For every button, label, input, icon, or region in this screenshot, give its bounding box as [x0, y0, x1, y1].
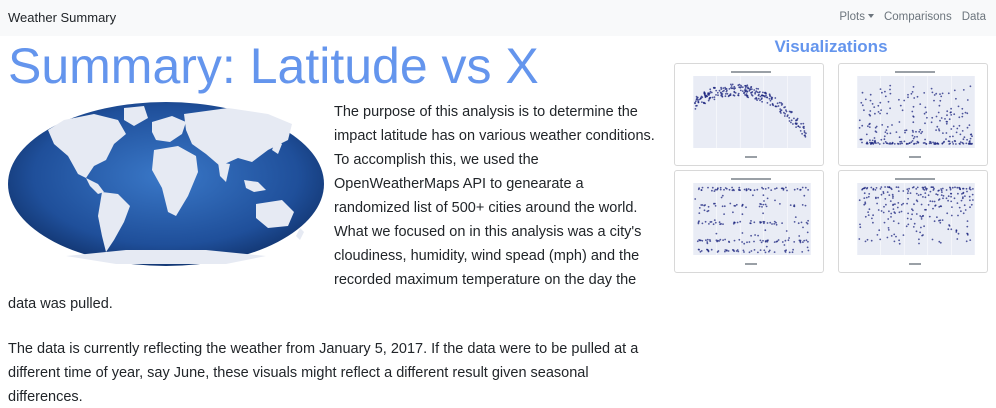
- nav-plots-label: Plots: [839, 11, 865, 23]
- visualizations-heading: Visualizations: [774, 37, 888, 56]
- nav-plots-dropdown[interactable]: Plots: [839, 11, 874, 23]
- max-temp-plot-thumbnail: [692, 71, 812, 158]
- map-float-spacer: [8, 100, 334, 270]
- summary-text: The purpose of this analysis is to deter…: [8, 100, 660, 408]
- wind-speed-plot-thumbnail: [856, 71, 976, 158]
- humidity-plot-thumbnail: [856, 178, 976, 265]
- summary-paragraph-2: The data is currently reflecting the wea…: [8, 341, 639, 405]
- navbar-brand[interactable]: Weather Summary: [8, 10, 116, 25]
- thumbnail-humidity[interactable]: [838, 170, 988, 273]
- cloudiness-plot-thumbnail: [692, 178, 812, 265]
- nav-links: Plots Comparisons Data: [839, 11, 986, 23]
- chevron-down-icon: [867, 13, 874, 18]
- thumbnail-cloudiness[interactable]: [674, 170, 824, 273]
- nav-data-link[interactable]: Data: [962, 11, 986, 23]
- thumbnail-max-temp[interactable]: [674, 63, 824, 166]
- navbar: Weather Summary Plots Comparisons Data: [0, 0, 996, 36]
- nav-comparisons-link[interactable]: Comparisons: [884, 11, 952, 23]
- thumbnail-wind-speed[interactable]: [838, 63, 988, 166]
- page-title: Summary: Latitude vs X: [8, 38, 539, 94]
